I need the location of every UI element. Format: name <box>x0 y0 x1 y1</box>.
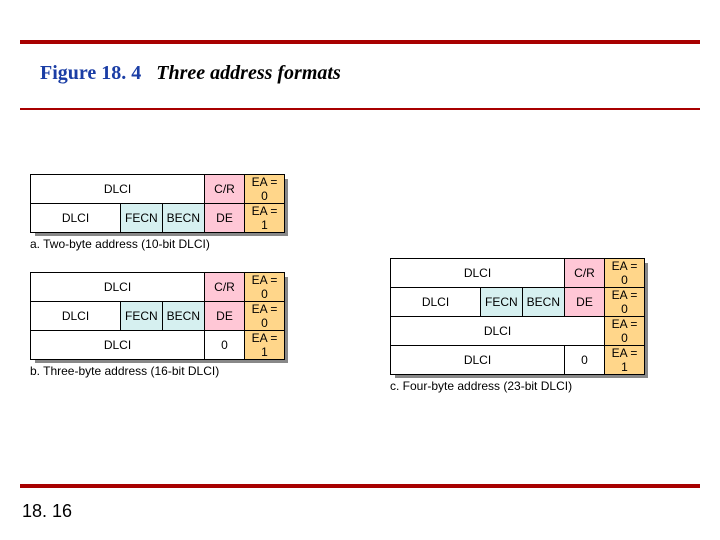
field-becn: BECN <box>162 204 204 233</box>
figure-title: Figure 18. 4 Three address formats <box>40 62 341 85</box>
field-dlci: DLCI <box>391 346 565 375</box>
field-ea: EA = 1 <box>245 204 285 233</box>
table-row: DLCI C/R EA = 0 <box>31 273 285 302</box>
table-row: DLCI C/R EA = 0 <box>391 259 645 288</box>
page-number: 18. 16 <box>22 501 72 522</box>
table-row: DLCI 0 EA = 1 <box>391 346 645 375</box>
field-fecn: FECN <box>481 288 523 317</box>
caption-a: a. Two-byte address (10-bit DLCI) <box>30 237 285 251</box>
address-table-c: DLCI C/R EA = 0 DLCI FECN BECN DE EA = 0… <box>390 258 645 375</box>
field-fecn: FECN <box>121 204 163 233</box>
table-row: DLCI FECN BECN DE EA = 1 <box>31 204 285 233</box>
address-table-b: DLCI C/R EA = 0 DLCI FECN BECN DE EA = 0… <box>30 272 285 360</box>
field-ea: EA = 0 <box>245 175 285 204</box>
field-zero: 0 <box>565 346 605 375</box>
field-dlci: DLCI <box>391 259 565 288</box>
field-dlci: DLCI <box>391 288 481 317</box>
table-row: DLCI C/R EA = 0 <box>31 175 285 204</box>
field-ea: EA = 1 <box>605 346 645 375</box>
figure-caption: Three address formats <box>156 62 340 84</box>
field-cr: C/R <box>205 175 245 204</box>
table-row: DLCI FECN BECN DE EA = 0 <box>31 302 285 331</box>
field-dlci: DLCI <box>31 175 205 204</box>
caption-b: b. Three-byte address (16-bit DLCI) <box>30 364 285 378</box>
caption-c: c. Four-byte address (23-bit DLCI) <box>390 379 645 393</box>
field-dlci: DLCI <box>391 317 605 346</box>
address-format-a: DLCI C/R EA = 0 DLCI FECN BECN DE EA = 1… <box>30 174 285 251</box>
table-row: DLCI 0 EA = 1 <box>31 331 285 360</box>
figure-number: Figure 18. 4 <box>40 62 141 84</box>
field-dlci: DLCI <box>31 273 205 302</box>
field-ea: EA = 0 <box>245 273 285 302</box>
table-row: DLCI EA = 0 <box>391 317 645 346</box>
field-de: DE <box>565 288 605 317</box>
divider-bottom <box>20 484 700 488</box>
field-ea: EA = 0 <box>605 259 645 288</box>
field-dlci: DLCI <box>31 302 121 331</box>
field-ea: EA = 0 <box>605 317 645 346</box>
field-dlci: DLCI <box>31 331 205 360</box>
field-cr: C/R <box>565 259 605 288</box>
address-format-c: DLCI C/R EA = 0 DLCI FECN BECN DE EA = 0… <box>390 258 645 393</box>
field-ea: EA = 1 <box>245 331 285 360</box>
field-ea: EA = 0 <box>245 302 285 331</box>
address-table-a: DLCI C/R EA = 0 DLCI FECN BECN DE EA = 1 <box>30 174 285 233</box>
divider-top <box>20 40 700 44</box>
divider-mid <box>20 108 700 110</box>
field-becn: BECN <box>522 288 564 317</box>
field-de: DE <box>205 302 245 331</box>
address-format-b: DLCI C/R EA = 0 DLCI FECN BECN DE EA = 0… <box>30 272 285 378</box>
field-becn: BECN <box>162 302 204 331</box>
field-ea: EA = 0 <box>605 288 645 317</box>
field-dlci: DLCI <box>31 204 121 233</box>
table-row: DLCI FECN BECN DE EA = 0 <box>391 288 645 317</box>
field-fecn: FECN <box>121 302 163 331</box>
field-cr: C/R <box>205 273 245 302</box>
field-zero: 0 <box>205 331 245 360</box>
field-de: DE <box>205 204 245 233</box>
